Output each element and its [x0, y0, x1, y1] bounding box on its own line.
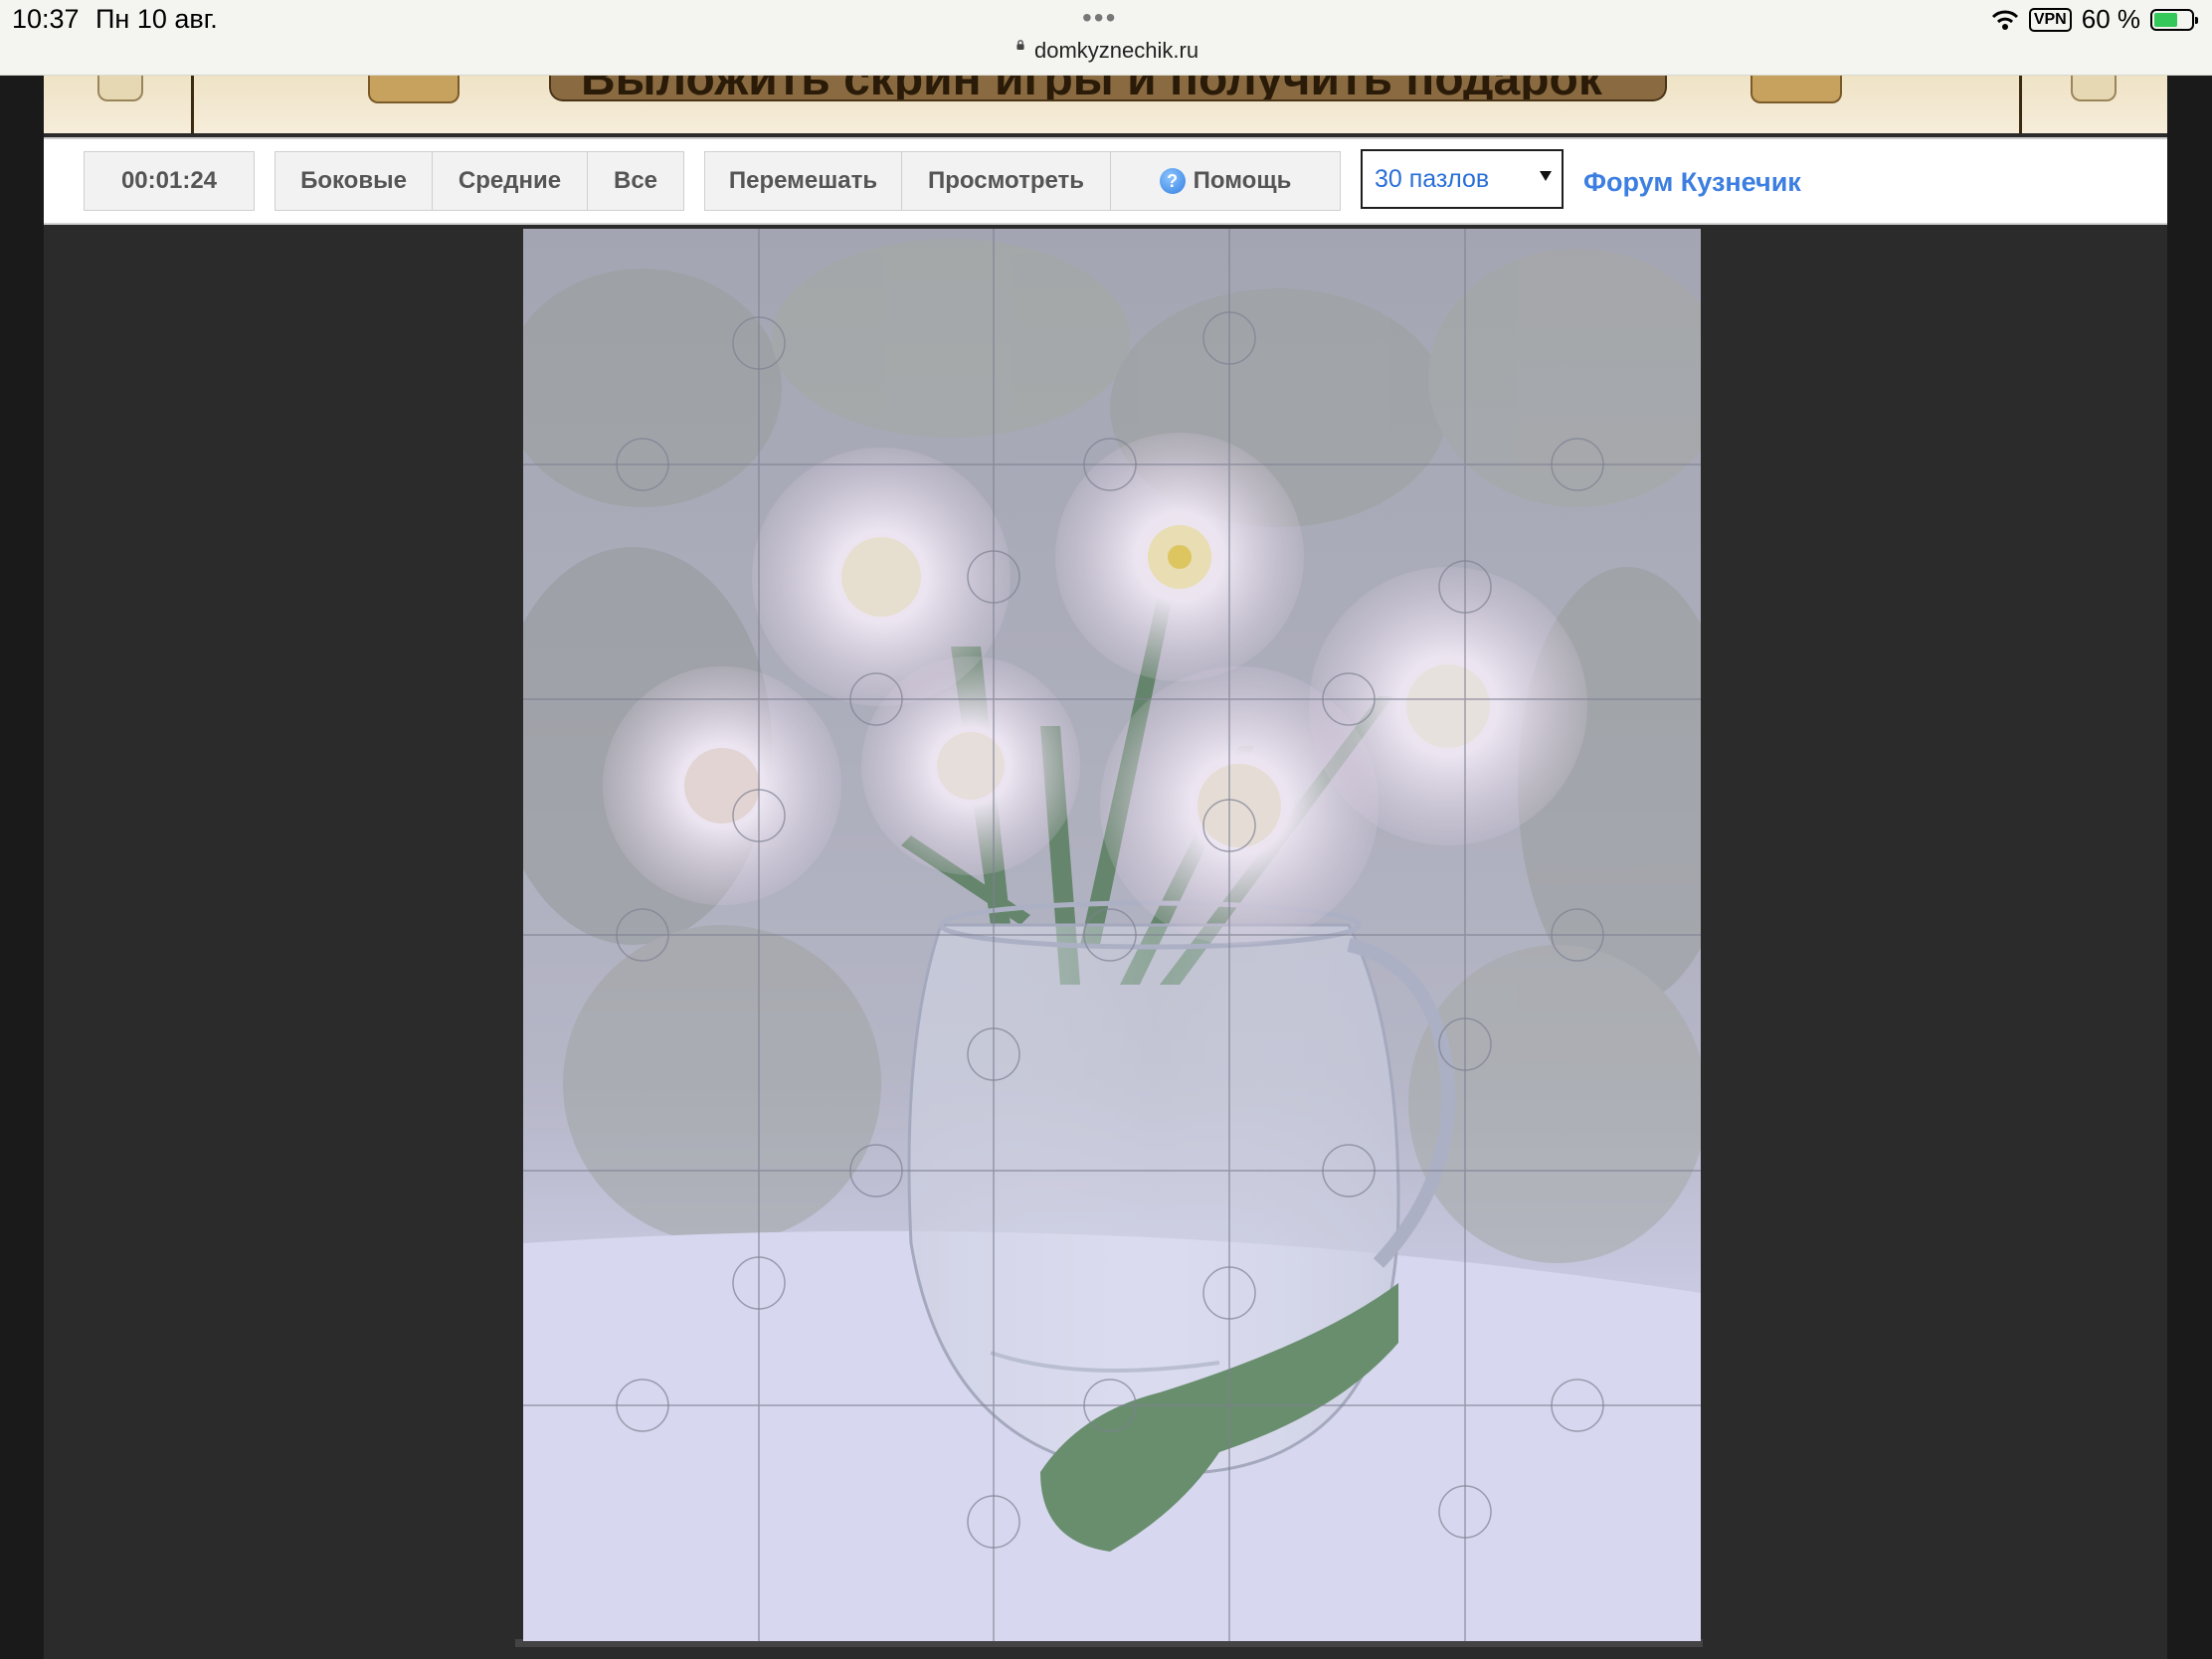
vpn-badge: VPN — [2028, 7, 2072, 32]
wifi-icon — [1991, 10, 2018, 30]
filter-button-group: Боковые Средние Все — [275, 151, 684, 211]
banner-divider — [2019, 76, 2022, 133]
piece-count-select[interactable]: 30 пазлов — [1361, 149, 1564, 209]
banner-badge-left — [368, 76, 460, 103]
middle-filter-button[interactable]: Средние — [433, 152, 588, 210]
help-label: Помощь — [1193, 167, 1292, 194]
puzzle-board[interactable] — [523, 229, 1701, 1641]
banner-divider — [191, 76, 194, 133]
status-time: 10:37 — [12, 4, 80, 34]
ios-status-bar: 10:37 Пн 10 авг. ••• domkyznechik.ru VPN… — [0, 0, 2212, 76]
status-right-group: VPN 60 % — [1991, 4, 2198, 35]
battery-percent: 60 % — [2081, 4, 2140, 34]
more-dots-icon[interactable]: ••• — [1082, 2, 1117, 34]
puzzle-toolbar: 00:01:24 Боковые Средние Все Перемешать … — [44, 137, 2167, 225]
timer-display: 00:01:24 — [84, 151, 255, 211]
forum-link[interactable]: Форум Кузнечик — [1583, 167, 1801, 198]
all-filter-button[interactable]: Все — [588, 152, 683, 210]
banner-badge-right — [1751, 76, 1842, 103]
banner-knob-left — [97, 76, 143, 101]
dropdown-caret-icon — [1540, 171, 1552, 181]
help-icon: ? — [1159, 168, 1186, 194]
banner-cta-button[interactable]: Выложить скрин игры и получить подарок — [549, 76, 1667, 101]
lock-icon — [1016, 40, 1024, 50]
piece-count-value: 30 пазлов — [1375, 164, 1490, 193]
right-margin — [2167, 76, 2212, 1659]
preview-button[interactable]: Просмотреть — [902, 152, 1111, 210]
status-date: Пн 10 авг. — [95, 4, 218, 34]
action-button-group: Перемешать Просмотреть ? Помощь — [704, 151, 1341, 211]
banner-cta-text: Выложить скрин игры и получить подарок — [581, 76, 1602, 99]
banner-knob-right — [2071, 76, 2117, 101]
puzzle-image — [523, 229, 1701, 1641]
help-button[interactable]: ? Помощь — [1111, 152, 1340, 210]
shuffle-button[interactable]: Перемешать — [705, 152, 902, 210]
battery-icon — [2150, 8, 2198, 31]
address-url[interactable]: domkyznechik.ru — [1034, 38, 1198, 64]
left-margin — [0, 76, 44, 1659]
edges-filter-button[interactable]: Боковые — [276, 152, 433, 210]
